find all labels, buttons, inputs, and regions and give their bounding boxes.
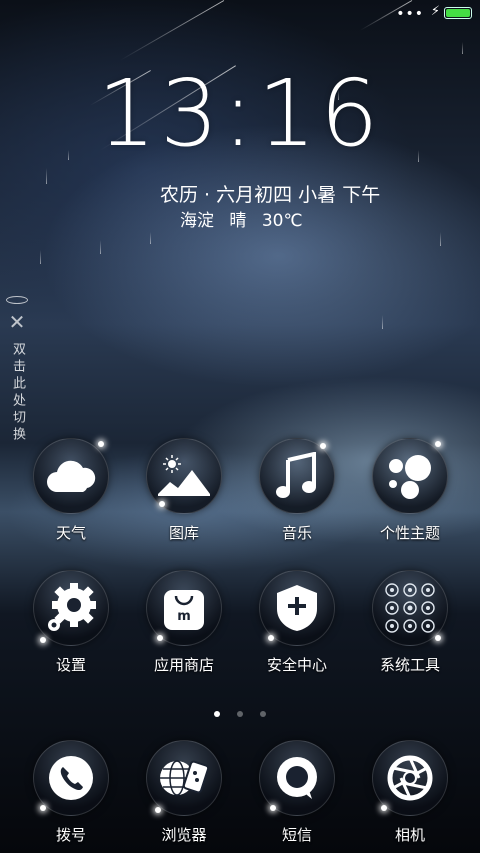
weather-condition: 晴: [229, 211, 247, 231]
app-music[interactable]: 音乐: [242, 438, 352, 543]
page-indicator[interactable]: [0, 702, 480, 721]
app-system-tools-bubble[interactable]: [372, 570, 448, 646]
ring-icon: [6, 296, 28, 304]
battery-icon: [444, 7, 472, 19]
app-label: 个性主题: [379, 524, 440, 542]
bolt-icon: ⚡: [430, 4, 440, 19]
theme-bubbles-icon: [389, 455, 431, 499]
page-dot[interactable]: [260, 711, 267, 717]
app-music-bubble[interactable]: [259, 438, 335, 514]
app-settings-bubble[interactable]: [33, 570, 109, 646]
dock-browser-bubble[interactable]: [146, 740, 222, 816]
browser-globe-icon: [160, 760, 210, 796]
app-label: 天气: [55, 524, 86, 542]
dock-camera[interactable]: 相机: [355, 740, 465, 845]
camera-lens-icon: [387, 755, 433, 801]
app-security-bubble[interactable]: [259, 570, 335, 646]
dock-messages-bubble[interactable]: [259, 740, 335, 816]
app-themes[interactable]: 个性主题: [355, 438, 465, 543]
app-gallery-bubble[interactable]: [146, 438, 222, 514]
app-store[interactable]: m 应用商店: [129, 570, 239, 675]
app-label: 图库: [168, 524, 199, 542]
system-tools-icon: [385, 583, 435, 633]
settings-gear-icon: [48, 583, 96, 631]
page-dot[interactable]: [213, 711, 220, 717]
app-security[interactable]: 安全中心: [242, 570, 352, 675]
dock-browser[interactable]: 浏览器: [129, 740, 239, 845]
music-note-icon: [276, 452, 316, 498]
gallery-landscape-icon: [158, 455, 210, 496]
weather-cloud-icon: [47, 460, 96, 492]
message-bubble-icon: [277, 757, 317, 799]
svg-text:m: m: [177, 609, 191, 624]
app-label: 设置: [55, 656, 86, 674]
weather-location: 海淀: [180, 211, 214, 231]
app-label: 安全中心: [266, 656, 327, 674]
app-weather-bubble[interactable]: [33, 438, 109, 514]
dock-phone[interactable]: 拨号: [16, 740, 126, 845]
app-weather[interactable]: 天气: [16, 438, 126, 543]
phone-icon: [49, 756, 93, 800]
side-switcher[interactable]: ✕ 双击此处切换: [6, 296, 28, 444]
security-shield-icon: [277, 585, 317, 631]
app-store-bag-icon: m: [164, 590, 204, 630]
battery-fill: [446, 9, 470, 17]
switch-hint[interactable]: 双击此处切换: [6, 342, 28, 444]
app-label: 音乐: [281, 524, 312, 542]
dock-camera-bubble[interactable]: [372, 740, 448, 816]
app-label: 相机: [394, 826, 425, 844]
app-settings[interactable]: 设置: [16, 570, 126, 675]
app-label: 短信: [281, 826, 312, 844]
dock-phone-bubble[interactable]: [33, 740, 109, 816]
app-gallery[interactable]: 图库: [129, 438, 239, 543]
weather-summary[interactable]: 海淀 晴 30℃: [180, 206, 313, 231]
app-themes-bubble[interactable]: [372, 438, 448, 514]
signal-dots: •••: [396, 6, 424, 22]
app-store-bubble[interactable]: m: [146, 570, 222, 646]
app-system-tools[interactable]: 系统工具: [355, 570, 465, 675]
app-label: 浏览器: [161, 826, 207, 844]
app-label: 系统工具: [379, 656, 440, 674]
app-label: 拨号: [55, 826, 86, 844]
page-dot[interactable]: [237, 711, 243, 717]
status-bar: ••• ⚡: [0, 0, 480, 28]
app-label: 应用商店: [153, 656, 214, 674]
close-icon[interactable]: ✕: [6, 312, 28, 332]
lunar-date: 农历 · 六月初四 小暑 下午: [160, 184, 381, 206]
clock-time: 13:16: [97, 60, 383, 167]
dock-messages[interactable]: 短信: [242, 740, 352, 845]
weather-temperature: 30℃: [261, 211, 303, 231]
